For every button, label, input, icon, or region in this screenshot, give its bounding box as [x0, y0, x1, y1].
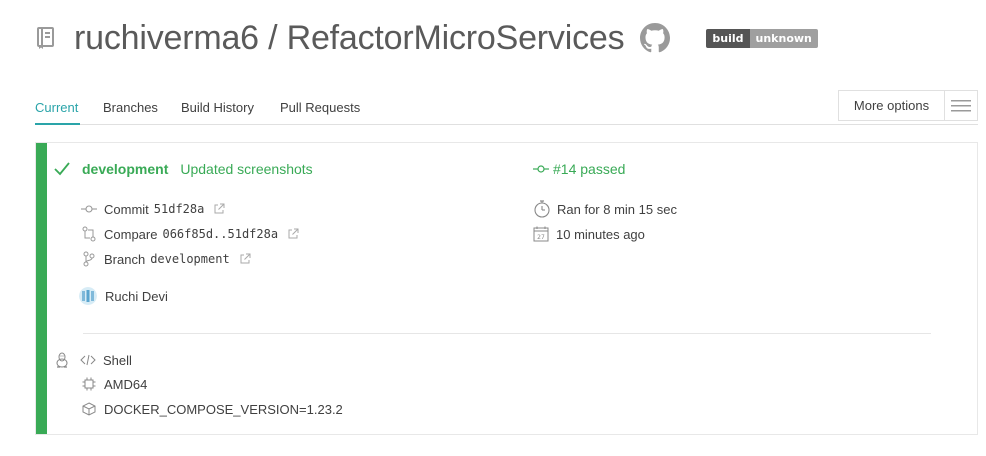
tab-branches[interactable]: Branches: [103, 100, 158, 115]
more-options-label[interactable]: More options: [839, 91, 945, 120]
repo-icon: [36, 26, 56, 50]
calendar-icon: 27: [533, 226, 549, 242]
env-row: DOCKER_COMPOSE_VERSION=1.23.2: [81, 401, 343, 417]
job-arch: AMD64: [104, 376, 148, 392]
active-tab-indicator: [35, 123, 80, 125]
external-link-icon[interactable]: [213, 203, 225, 215]
linux-icon: [54, 352, 70, 368]
repo-tabs: Current Branches Build History Pull Requ…: [35, 90, 978, 125]
job-language: Shell: [103, 352, 132, 368]
build-branch-row: development Updated screenshots: [54, 161, 313, 177]
branch-value-link[interactable]: development: [150, 252, 229, 266]
badge-value: unknown: [749, 28, 818, 48]
code-icon: [80, 352, 96, 368]
badge-label: build: [706, 28, 750, 48]
compare-range-link[interactable]: 066f85d..51df28a: [162, 227, 278, 241]
commit-icon: [81, 201, 97, 217]
branch-name-link[interactable]: development: [82, 161, 168, 177]
commit-sha-link[interactable]: 51df28a: [154, 202, 205, 216]
compare-icon: [81, 226, 97, 242]
build-finished-time: 10 minutes ago: [556, 226, 645, 242]
repo-header: ruchiverma6 / RefactorMicroServices buil…: [36, 16, 818, 60]
hamburger-icon[interactable]: [945, 91, 977, 120]
tab-current[interactable]: Current: [35, 100, 78, 115]
finished-row: 27 10 minutes ago: [533, 226, 645, 242]
branch-label: Branch: [104, 251, 146, 267]
github-icon[interactable]: [640, 23, 671, 53]
repo-title[interactable]: ruchiverma6 / RefactorMicroServices: [74, 19, 625, 58]
branch-row: Branch development: [81, 251, 251, 267]
commit-row: Commit 51df28a: [81, 201, 225, 217]
build-number-link[interactable]: #14 passed: [553, 161, 625, 177]
external-link-icon[interactable]: [287, 228, 299, 240]
duration-row: Ran for 8 min 15 sec: [533, 200, 677, 218]
commit-message-link[interactable]: Updated screenshots: [180, 161, 312, 177]
commit-icon: [533, 161, 549, 177]
tab-build-history[interactable]: Build History: [181, 100, 254, 115]
build-number-row: #14 passed: [533, 161, 625, 177]
avatar: [79, 287, 97, 305]
branch-icon: [81, 251, 97, 267]
external-link-icon[interactable]: [239, 253, 251, 265]
tab-pull-requests[interactable]: Pull Requests: [280, 100, 360, 115]
os-row: Shell: [54, 352, 132, 368]
card-divider: [83, 333, 931, 334]
author-name: Ruchi Devi: [105, 288, 168, 304]
chip-icon: [81, 376, 97, 392]
compare-label: Compare: [104, 226, 158, 242]
check-icon: [54, 161, 70, 177]
arch-row: AMD64: [81, 376, 147, 392]
svg-text:27: 27: [537, 234, 545, 241]
build-status-badge[interactable]: build unknown: [706, 28, 818, 48]
stopwatch-icon: [533, 200, 551, 218]
build-summary-card: development Updated screenshots #14 pass…: [35, 142, 978, 435]
more-options-button[interactable]: More options: [838, 90, 978, 121]
build-duration: Ran for 8 min 15 sec: [557, 201, 677, 217]
env-variable: DOCKER_COMPOSE_VERSION=1.23.2: [104, 401, 343, 417]
box-icon: [81, 401, 97, 417]
passed-status-bar: [36, 143, 47, 434]
commit-label: Commit: [104, 201, 149, 217]
author-row: Ruchi Devi: [79, 287, 168, 305]
compare-row: Compare 066f85d..51df28a: [81, 226, 299, 242]
